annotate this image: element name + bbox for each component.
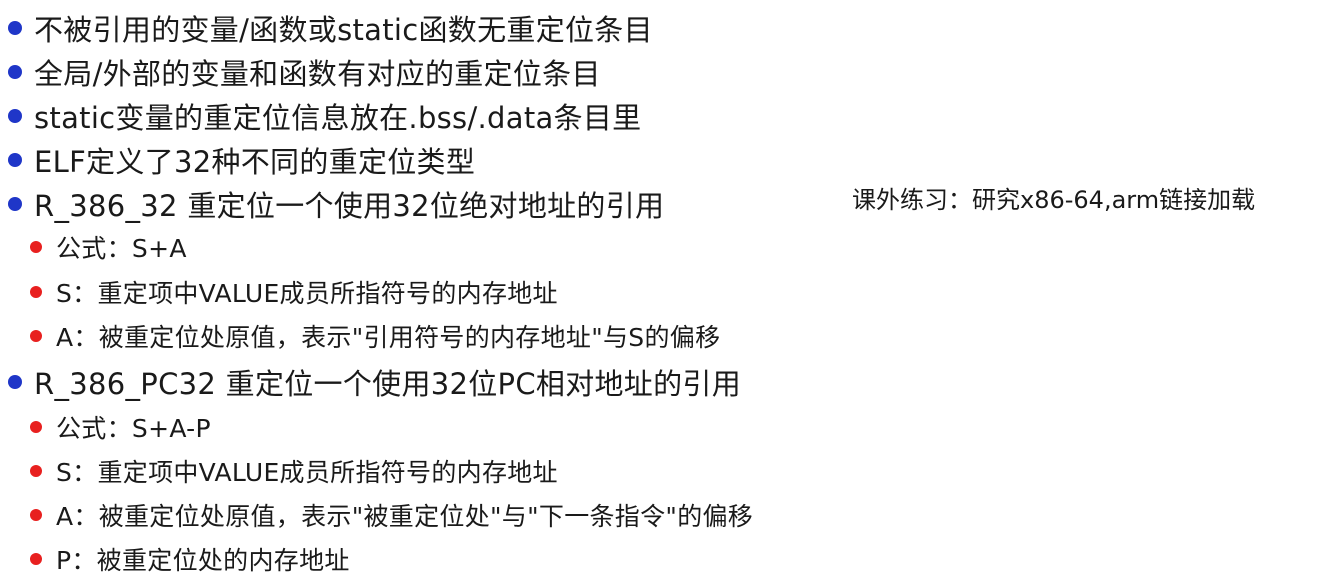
bullet-item-3: static变量的重定位信息放在.bss/.data条目里 — [8, 96, 641, 136]
blue-bullet-icon — [8, 21, 22, 35]
sub-bullet-text: A：被重定位处原值，表示"引用符号的内存地址"与S的偏移 — [56, 323, 721, 352]
sub-bullet-item: 公式：S+A — [30, 228, 187, 266]
red-bullet-icon — [30, 421, 42, 433]
bullet-text: 全局/外部的变量和函数有对应的重定位条目 — [34, 57, 601, 91]
sub-bullet-item: S：重定项中VALUE成员所指符号的内存地址 — [30, 272, 558, 312]
blue-bullet-icon — [8, 153, 22, 167]
bullet-text: ELF定义了32种不同的重定位类型 — [34, 145, 476, 179]
red-bullet-icon — [30, 330, 42, 342]
bullet-item-6: R_386_PC32 重定位一个使用32位PC相对地址的引用 — [8, 362, 741, 402]
sub-bullet-item: A：被重定位处原值，表示"被重定位处"与"下一条指令"的偏移 — [30, 496, 753, 534]
red-bullet-icon — [30, 241, 42, 253]
bullet-text: R_386_32 重定位一个使用32位绝对地址的引用 — [34, 189, 665, 223]
sub-bullet-item: A：被重定位处原值，表示"引用符号的内存地址"与S的偏移 — [30, 316, 720, 356]
red-bullet-icon — [30, 286, 42, 298]
bullet-item-1: 不被引用的变量/函数或static函数无重定位条目 — [8, 8, 653, 48]
bullet-item-4: ELF定义了32种不同的重定位类型 — [8, 140, 475, 180]
red-bullet-icon — [30, 553, 42, 565]
red-bullet-icon — [30, 509, 42, 521]
bullet-text: static变量的重定位信息放在.bss/.data条目里 — [34, 101, 642, 135]
red-bullet-icon — [30, 465, 42, 477]
bullet-text: R_386_PC32 重定位一个使用32位PC相对地址的引用 — [34, 367, 741, 401]
sub-bullet-text: A：被重定位处原值，表示"被重定位处"与"下一条指令"的偏移 — [56, 502, 754, 531]
side-note: 课外练习：研究x86-64,arm链接加载 — [852, 186, 1256, 214]
blue-bullet-icon — [8, 109, 22, 123]
blue-bullet-icon — [8, 375, 22, 389]
sub-bullet-text: S：重定项中VALUE成员所指符号的内存地址 — [56, 458, 558, 487]
sub-bullet-item: S：重定项中VALUE成员所指符号的内存地址 — [30, 452, 558, 490]
bullet-item-2: 全局/外部的变量和函数有对应的重定位条目 — [8, 52, 601, 92]
sub-bullet-item: 公式：S+A-P — [30, 408, 211, 446]
sub-bullet-item: P：被重定位处的内存地址 — [30, 540, 350, 578]
sub-bullet-text: 公式：S+A — [56, 234, 187, 263]
sub-bullet-text: S：重定项中VALUE成员所指符号的内存地址 — [56, 279, 558, 308]
sub-bullet-text: P：被重定位处的内存地址 — [56, 546, 350, 575]
bullet-item-5: R_386_32 重定位一个使用32位绝对地址的引用 — [8, 184, 664, 224]
blue-bullet-icon — [8, 197, 22, 211]
blue-bullet-icon — [8, 65, 22, 79]
sub-bullet-text: 公式：S+A-P — [56, 414, 211, 443]
bullet-text: 不被引用的变量/函数或static函数无重定位条目 — [34, 13, 653, 47]
slide-content: 不被引用的变量/函数或static函数无重定位条目 全局/外部的变量和函数有对应… — [0, 0, 1320, 588]
